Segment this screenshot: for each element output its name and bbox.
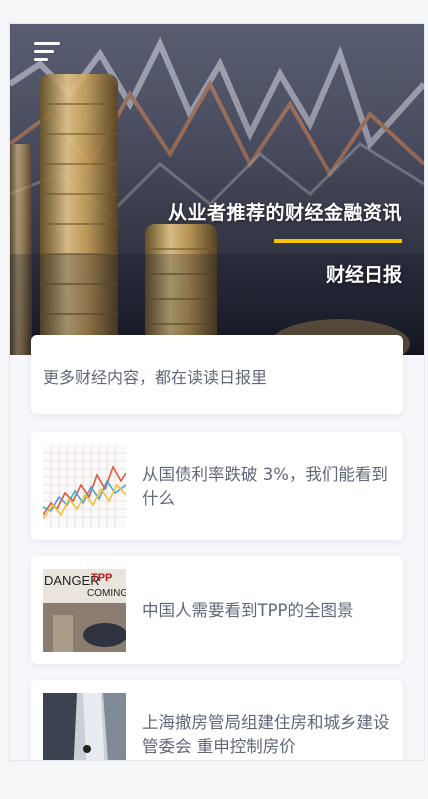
news-title: 从国债利率跌破 3%，我们能看到什么 [142,465,388,508]
news-item-shanghai-housing[interactable]: 上海撤房管局组建住房和城乡建设管委会 重申控制房价 [31,680,403,760]
hamburger-menu-icon[interactable] [34,42,62,62]
intro-text: 更多财经内容，都在读读日报里 [43,368,268,387]
news-title: 中国人需要看到TPP的全图景 [142,601,354,620]
news-item-tpp[interactable]: DANGER TPP COMING 中国人需要看到TPP的全图景 [31,556,403,664]
tpp-sign-text-coming: COMING [87,588,126,599]
intro-card[interactable]: 更多财经内容，都在读读日报里 [31,335,403,414]
hero-accent-divider [274,239,402,243]
hero-subtitle: 财经日报 [325,264,402,286]
news-thumbnail-tpp: DANGER TPP COMING [43,569,126,652]
hero-background-image [10,24,424,355]
news-thumbnail-chart [43,445,126,528]
hero-banner: 从业者推荐的财经金融资讯 财经日报 [10,24,424,355]
news-thumbnail-building [43,693,126,760]
app-screen: 从业者推荐的财经金融资讯 财经日报 更多财经内容，都在读读日报里 从国债利率跌破… [10,24,424,760]
news-title: 上海撤房管局组建住房和城乡建设管委会 重申控制房价 [142,713,390,756]
tpp-sign-text-tpp: TPP [91,572,112,584]
hero-title: 从业者推荐的财经金融资讯 [167,202,402,224]
news-item-bond-rate[interactable]: 从国债利率跌破 3%，我们能看到什么 [31,432,403,540]
